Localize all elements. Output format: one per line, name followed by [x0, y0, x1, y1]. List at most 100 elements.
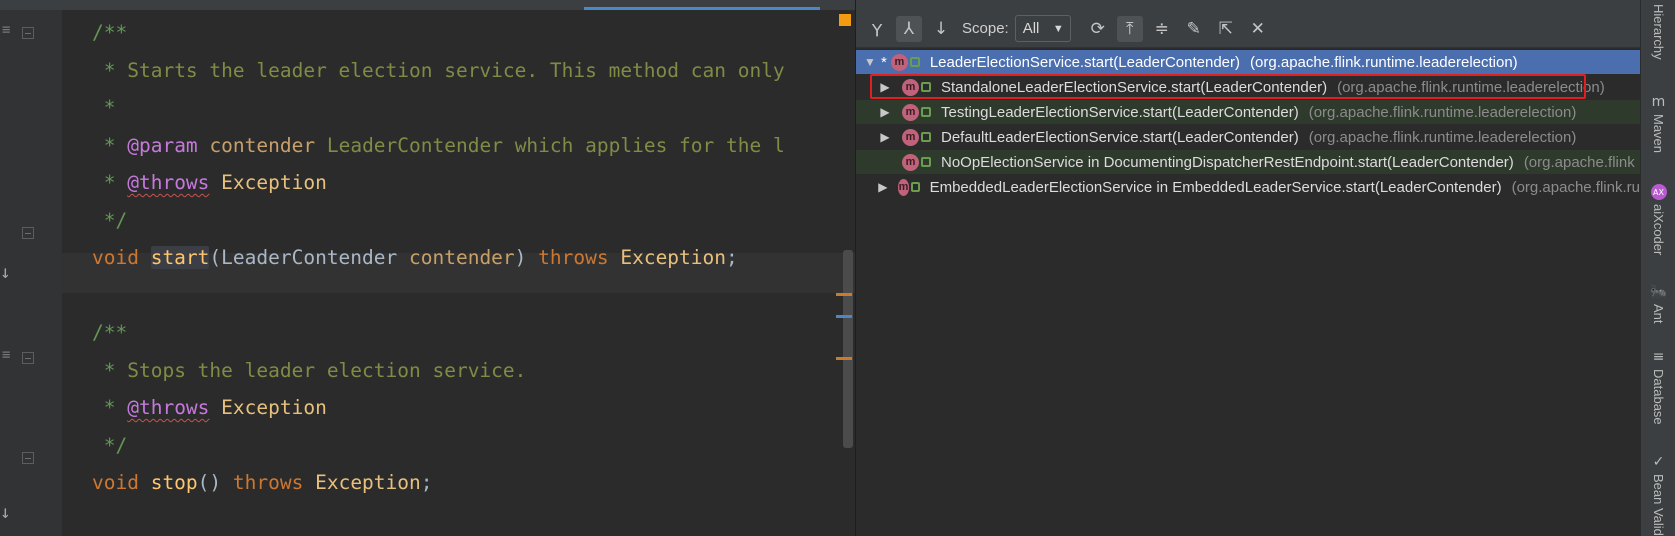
collapse-arrow-icon[interactable]: ▶ [878, 130, 892, 144]
method-icon: m [902, 153, 919, 171]
hierarchy-tree-row[interactable]: m NoOpElectionService in DocumentingDispa… [856, 150, 1640, 174]
code-token: */ [92, 433, 128, 457]
sort-alpha-icon[interactable]: ↓ [928, 16, 954, 42]
callees-icon[interactable]: ⅄ [896, 15, 922, 42]
editor-tab-strip[interactable] [0, 0, 855, 10]
fold-end-icon[interactable] [22, 227, 34, 239]
warning-marker[interactable] [836, 293, 852, 296]
hierarchy-tree-row[interactable]: ▼ * m LeaderElectionService.start(LeaderCon… [856, 50, 1640, 74]
implemented-arrow-icon[interactable]: ↓ [0, 262, 11, 283]
method-name: TestingLeaderElectionService.start(Leade… [941, 103, 1299, 121]
collapse-arrow-icon[interactable]: ▶ [878, 105, 892, 119]
code-token: LeaderContender which applies for the l [315, 133, 785, 157]
expand-icon[interactable]: ⤒ [1116, 15, 1143, 42]
refresh-icon[interactable]: ⟳ [1085, 16, 1111, 42]
code-line[interactable]: void start(LeaderContender contender) th… [92, 238, 738, 278]
code-line[interactable]: * Starts the leader election service. Th… [92, 51, 785, 91]
tool-tab-icon: m [1651, 94, 1666, 110]
code-token: stop [150, 471, 198, 494]
code-token: ( [209, 246, 222, 269]
warning-marker[interactable] [836, 357, 852, 360]
tool-tab-bean-valid[interactable]: ✓ Bean Valid [1641, 454, 1675, 536]
pin-icon[interactable]: ✎ [1181, 16, 1207, 42]
code-token: @throws [127, 396, 210, 419]
editor-gutter: ≡ ↓ ≡ ↓ [0, 10, 62, 536]
collapse-icon[interactable]: ≑ [1149, 16, 1175, 42]
public-access-icon [921, 157, 931, 167]
code-line[interactable]: /** [92, 313, 127, 353]
code-line[interactable]: * @throws Exception [92, 388, 327, 428]
usage-marker[interactable] [836, 315, 852, 318]
hierarchy-tree-row[interactable]: ▶ m EmbeddedLeaderElectionService in Embed… [856, 175, 1640, 199]
root-marker-icon: * [881, 53, 887, 71]
implemented-arrow-icon[interactable]: ↓ [0, 502, 11, 523]
code-line[interactable]: void stop() throws Exception; [92, 463, 433, 503]
code-token: * [92, 58, 128, 82]
code-token: ; [726, 246, 738, 269]
hierarchy-panel[interactable]: ⅄ ⅄ ↓ Scope: All ▼ ⟳ ⤒ ≑ ✎ ⇱ ✕ ▼ * m LeaderElectio… [855, 0, 1640, 536]
code-line[interactable]: */ [92, 201, 128, 241]
public-access-icon [909, 57, 920, 67]
public-access-icon [921, 107, 931, 117]
code-editor[interactable]: ≡ ↓ ≡ ↓ /** * Starts the leader election… [0, 10, 855, 536]
code-token: throws [538, 246, 621, 269]
code-token: Starts the leader election service. This… [127, 58, 785, 82]
fold-collapse-icon[interactable] [22, 352, 34, 364]
hierarchy-tree-row[interactable]: ▶ m DefaultLeaderElectionService.start(Lea… [856, 125, 1640, 149]
tool-tab-label: Bean Valid [1651, 474, 1666, 536]
tool-tab-maven[interactable]: m Maven [1641, 94, 1675, 153]
expand-arrow-icon[interactable]: ▼ [863, 55, 877, 69]
hierarchy-toolbar: ⅄ ⅄ ↓ Scope: All ▼ ⟳ ⤒ ≑ ✎ ⇱ ✕ [856, 10, 1640, 48]
method-icon: m [902, 103, 919, 121]
code-token: ) [514, 246, 539, 269]
export-icon[interactable]: ⇱ [1213, 16, 1239, 42]
code-token: * [92, 396, 128, 419]
code-line[interactable]: * @param contender LeaderContender which… [92, 126, 785, 166]
tool-tab-icon: 🐜 [1649, 284, 1668, 300]
code-line[interactable]: * [92, 88, 116, 128]
method-icon: m [897, 178, 910, 196]
package-name: (org.apache.flink [1523, 153, 1635, 171]
code-token: () [197, 471, 233, 494]
right-tool-window-bar: Hierarchy m Maven AX aiXcoder 🐜 Ant ≡ Database ✓ B… [1640, 0, 1675, 536]
code-line[interactable]: /** [92, 13, 127, 53]
code-line[interactable]: * Stops the leader election service. [92, 351, 527, 391]
package-name: (org.apache.flink.runtime.leaderelection… [1308, 128, 1577, 146]
fold-collapse-icon[interactable] [22, 27, 34, 39]
code-line[interactable]: */ [92, 426, 128, 466]
tool-tab-icon: ≡ [1652, 349, 1665, 365]
fold-end-icon[interactable] [22, 452, 34, 464]
tool-tab-label: Maven [1651, 114, 1666, 154]
public-access-icon [911, 182, 920, 192]
inspection-status-icon[interactable] [839, 14, 851, 26]
tool-tab-database[interactable]: ≡ Database [1641, 349, 1675, 425]
method-name: NoOpElectionService in DocumentingDispat… [941, 153, 1514, 171]
method-name: DefaultLeaderElectionService.start(Leade… [941, 128, 1299, 146]
code-token: Exception [221, 396, 327, 419]
code-token: void [92, 246, 151, 269]
editor-scrollbar[interactable] [843, 250, 853, 448]
code-line[interactable]: * @throws Exception [92, 163, 327, 203]
tool-tab-icon: ✓ [1652, 454, 1665, 470]
code-token: * [92, 133, 128, 157]
close-icon[interactable]: ✕ [1245, 16, 1271, 42]
package-name: (org.apache.flink.runtime.leaderelection… [1250, 53, 1518, 71]
method-name: EmbeddedLeaderElectionService in Embedde… [929, 178, 1502, 196]
code-token: * [92, 171, 128, 194]
code-token: /** [92, 321, 128, 344]
callers-icon[interactable]: ⅄ [864, 16, 890, 42]
code-token: @throws [127, 171, 210, 194]
hierarchy-tree-row[interactable]: ▶ m TestingLeaderElectionService.start(Lea… [856, 100, 1640, 124]
tool-tab-label: Database [1651, 369, 1666, 425]
code-token: Stops the leader election service. [127, 358, 527, 382]
tool-tab-icon: AX [1650, 184, 1667, 200]
tool-tab-hierarchy[interactable]: Hierarchy [1641, 4, 1675, 60]
scope-dropdown[interactable]: All ▼ [1014, 15, 1071, 42]
code-token: void [92, 471, 151, 494]
code-token: ; [420, 471, 433, 494]
collapse-arrow-icon[interactable]: ▶ [878, 180, 888, 194]
tool-tab-ant[interactable]: 🐜 Ant [1641, 284, 1675, 324]
tool-tab-aixcoder[interactable]: AX aiXcoder [1641, 184, 1675, 255]
